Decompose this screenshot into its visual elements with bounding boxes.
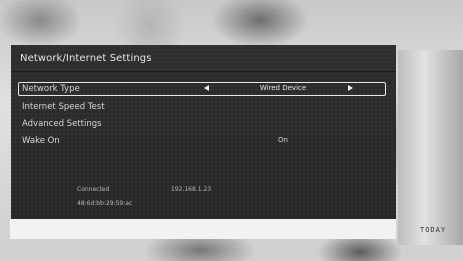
wake-on-value: On [278, 136, 288, 144]
title-divider [11, 71, 396, 72]
menu-item-advanced-settings[interactable]: Advanced Settings [18, 117, 386, 131]
menu-item-label: Advanced Settings [22, 119, 102, 129]
arrow-right-icon[interactable] [348, 85, 353, 91]
arrow-left-icon[interactable] [204, 85, 209, 91]
menu-item-label: Wake On [22, 136, 60, 146]
menu-item-label: Internet Speed Test [22, 102, 105, 112]
menu-item-internet-speed-test[interactable]: Internet Speed Test [18, 100, 386, 114]
panel-title: Network/Internet Settings [20, 53, 152, 64]
mac-address: 48:6d:bb:29:59:ac [77, 200, 133, 207]
background-photo-edge [398, 50, 463, 245]
menu-item-label: Network Type [22, 84, 80, 94]
connection-status: Connected [77, 186, 110, 193]
network-settings-panel: Network/Internet Settings Network Type W… [11, 45, 396, 219]
background-sign-text: TODAY [420, 226, 447, 234]
network-type-value: Wired Device [259, 84, 307, 92]
menu-item-network-type[interactable]: Network Type Wired Device [18, 82, 386, 96]
menu-item-wake-on[interactable]: Wake On On [18, 134, 386, 148]
ip-address: 192.168.1.23 [171, 186, 212, 193]
panel-footer-bar [10, 219, 396, 239]
